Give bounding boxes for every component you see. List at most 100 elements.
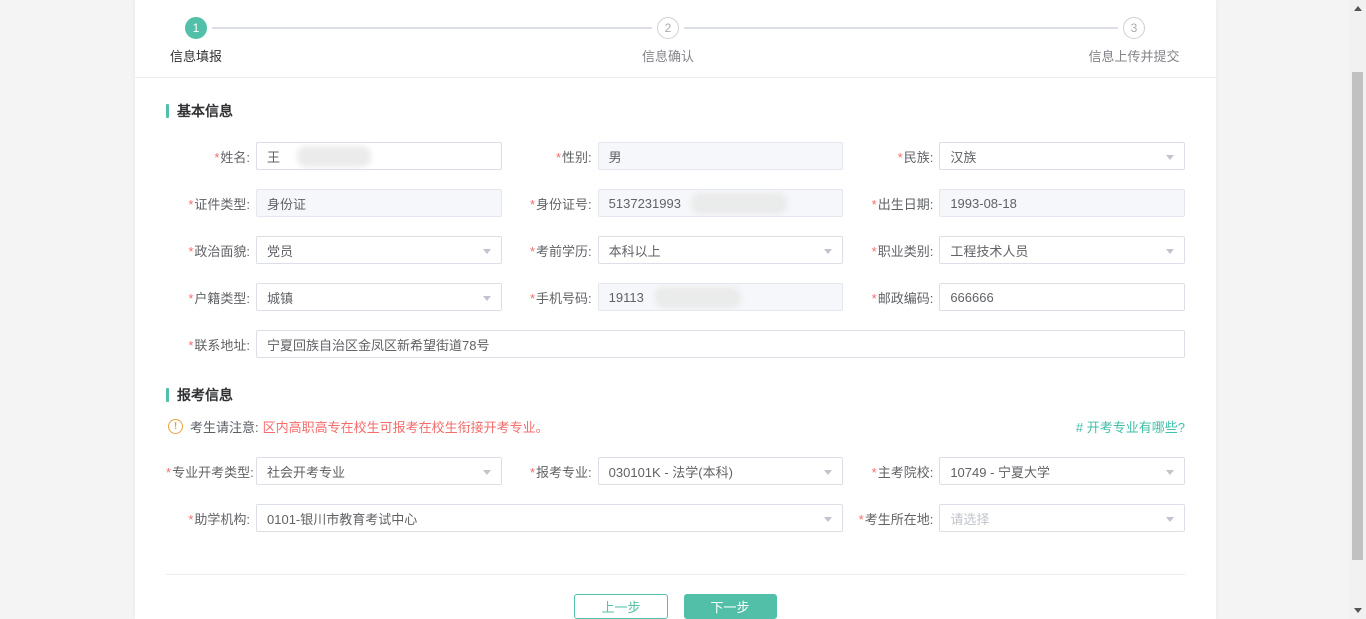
household-type-field: *户籍类型: 城镇 — [166, 283, 502, 311]
assist-org-field: *助学机构: 0101-银川市教育考试中心 — [166, 504, 843, 532]
major-open-type-select[interactable]: 社会开考专业 — [256, 457, 502, 485]
step-2-label: 信息确认 — [642, 46, 694, 65]
household-type-label: *户籍类型: — [166, 288, 256, 307]
address-input-wrap — [256, 330, 1185, 358]
candidate-location-field: *考生所在地: 请选择 — [849, 504, 1185, 532]
pre-exam-education-label: *考前学历: — [508, 241, 598, 260]
political-status-field: *政治面貌: 党员 — [166, 236, 502, 264]
basic-info-section-title: 基本信息 — [166, 101, 1185, 121]
gender-field: *性别: 男 — [508, 142, 844, 170]
step-3-label: 信息上传并提交 — [1088, 46, 1179, 65]
chief-school-label: *主考院校: — [849, 462, 939, 481]
notice-text: 区内高职高专在校生可报考在校生衔接开考专业。 — [263, 417, 549, 436]
chevron-down-icon — [483, 249, 491, 254]
pre-exam-education-select[interactable]: 本科以上 — [598, 236, 844, 264]
candidate-notice-row: ! 考生请注意: 区内高职高专在校生可报考在校生衔接开考专业。 # 开考专业有哪… — [168, 417, 1185, 436]
id-number-readonly: 5137231993 — [598, 189, 844, 217]
birth-date-label: *出生日期: — [849, 194, 939, 213]
scrollbar[interactable] — [1349, 0, 1366, 619]
wizard-stepper: 1 信息填报 2 信息确认 3 信息上传并提交 — [135, 0, 1216, 78]
postal-code-input[interactable] — [950, 290, 1174, 305]
chevron-down-icon — [1166, 249, 1174, 254]
name-field: *姓名: — [166, 142, 502, 170]
basic-info-title-text: 基本信息 — [177, 101, 233, 121]
step-2-info-confirm: 2 信息确认 — [598, 17, 738, 65]
ethnicity-select[interactable]: 汉族 — [939, 142, 1185, 170]
assist-org-select[interactable]: 0101-银川市教育考试中心 — [256, 504, 843, 532]
postal-code-label: *邮政编码: — [849, 288, 939, 307]
political-status-select[interactable]: 党员 — [256, 236, 502, 264]
id-number-field: *身份证号: 5137231993 — [508, 189, 844, 217]
address-input[interactable] — [267, 337, 1174, 352]
step-1-label: 信息填报 — [170, 46, 222, 65]
name-input-wrap — [256, 142, 502, 170]
major-field: *报考专业: 030101K - 法学(本科) — [508, 457, 844, 485]
gender-label: *性别: — [508, 147, 598, 166]
occupation-label: *职业类别: — [849, 241, 939, 260]
chief-school-field: *主考院校: 10749 - 宁夏大学 — [849, 457, 1185, 485]
major-open-type-field: *专业开考类型: 社会开考专业 — [166, 457, 502, 485]
birth-date-readonly: 1993-08-18 — [939, 189, 1185, 217]
ethnicity-field: *民族: 汉族 — [849, 142, 1185, 170]
step-1-circle: 1 — [185, 17, 207, 39]
id-type-field: *证件类型: 身份证 — [166, 189, 502, 217]
occupation-field: *职业类别: 工程技术人员 — [849, 236, 1185, 264]
notice-prefix: 考生请注意: — [190, 417, 259, 436]
chevron-down-icon — [1166, 470, 1174, 475]
scroll-down-button[interactable] — [1349, 602, 1366, 619]
pre-exam-education-field: *考前学历: 本科以上 — [508, 236, 844, 264]
apply-info-grid: *专业开考类型: 社会开考专业 *报考专业: 030101K - 法学(本科) … — [166, 457, 1185, 532]
occupation-select[interactable]: 工程技术人员 — [939, 236, 1185, 264]
step-3-upload-submit: 3 信息上传并提交 — [1064, 17, 1204, 65]
candidate-location-select[interactable]: 请选择 — [939, 504, 1185, 532]
required-mark: * — [214, 150, 219, 165]
section-accent-bar — [166, 388, 169, 402]
candidate-location-label: *考生所在地: — [849, 509, 939, 528]
chevron-down-icon — [824, 470, 832, 475]
chevron-down-icon — [1166, 155, 1174, 160]
chief-school-select[interactable]: 10749 - 宁夏大学 — [939, 457, 1185, 485]
step-1-info-fill: 1 信息填报 — [126, 17, 266, 65]
chevron-down-icon — [1166, 517, 1174, 522]
section-accent-bar — [166, 104, 169, 118]
step-connector-line — [684, 27, 1118, 29]
postal-code-input-wrap — [939, 283, 1185, 311]
step-2-circle: 2 — [657, 17, 679, 39]
arrow-down-icon — [1354, 608, 1362, 613]
address-field: *联系地址: — [166, 330, 1185, 358]
id-type-label: *证件类型: — [166, 194, 256, 213]
chevron-down-icon — [824, 517, 832, 522]
arrow-up-icon — [1354, 6, 1362, 11]
scroll-up-button[interactable] — [1349, 0, 1366, 17]
household-type-select[interactable]: 城镇 — [256, 283, 502, 311]
name-label: *姓名: — [166, 147, 256, 166]
phone-label: *手机号码: — [508, 288, 598, 307]
scrollbar-thumb[interactable] — [1352, 72, 1363, 560]
postal-code-field: *邮政编码: — [849, 283, 1185, 311]
birth-date-field: *出生日期: 1993-08-18 — [849, 189, 1185, 217]
major-label: *报考专业: — [508, 462, 598, 481]
political-status-label: *政治面貌: — [166, 241, 256, 260]
footer-actions: 上一步 下一步 — [166, 574, 1185, 619]
ethnicity-label: *民族: — [849, 147, 939, 166]
registration-form-card: 1 信息填报 2 信息确认 3 信息上传并提交 基本信息 *姓名: — [135, 0, 1216, 619]
warning-icon: ! — [168, 419, 183, 434]
phone-field: *手机号码: 19113 — [508, 283, 844, 311]
name-input[interactable] — [267, 149, 491, 164]
previous-step-button[interactable]: 上一步 — [574, 594, 667, 619]
chevron-down-icon — [483, 296, 491, 301]
major-open-type-label: *专业开考类型: — [166, 462, 256, 481]
step-3-circle: 3 — [1123, 17, 1145, 39]
redaction-blur — [655, 287, 741, 308]
redaction-blur — [691, 193, 787, 214]
step-connector-line — [212, 27, 652, 29]
major-select[interactable]: 030101K - 法学(本科) — [598, 457, 844, 485]
phone-readonly: 19113 — [598, 283, 844, 311]
chevron-down-icon — [824, 249, 832, 254]
open-majors-link[interactable]: # 开考专业有哪些? — [1076, 417, 1185, 436]
next-step-button[interactable]: 下一步 — [684, 594, 777, 619]
assist-org-label: *助学机构: — [166, 509, 256, 528]
chevron-down-icon — [483, 470, 491, 475]
id-type-readonly: 身份证 — [256, 189, 502, 217]
address-label: *联系地址: — [166, 335, 256, 354]
